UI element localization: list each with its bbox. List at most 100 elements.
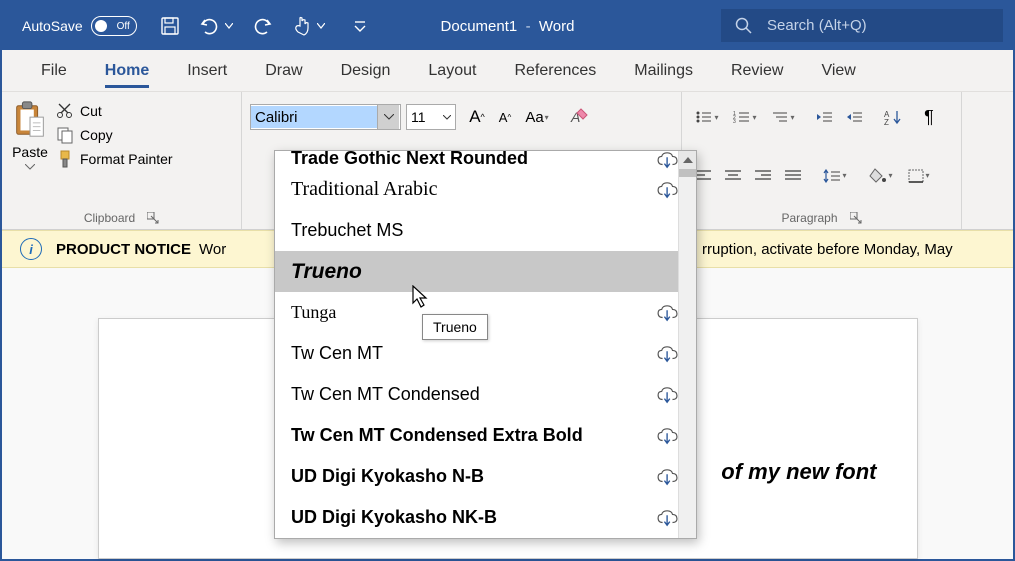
align-right-button[interactable]: [750, 163, 776, 189]
increase-indent-button[interactable]: [842, 104, 868, 130]
grow-font-button[interactable]: A^: [464, 104, 490, 130]
undo-dropdown[interactable]: [225, 15, 233, 37]
font-option[interactable]: Tw Cen MT Condensed: [275, 374, 696, 415]
app-name: Word: [539, 18, 575, 35]
cloud-download-icon: [656, 304, 680, 322]
multilevel-list-button[interactable]: ▾: [766, 104, 800, 130]
paragraph-launcher[interactable]: [850, 212, 862, 224]
scroll-up-button[interactable]: [679, 151, 696, 169]
tab-insert[interactable]: Insert: [168, 50, 246, 91]
decrease-indent-button[interactable]: [812, 104, 838, 130]
shading-button[interactable]: ▾: [864, 163, 898, 189]
doc-name: Document1: [441, 18, 518, 35]
font-size-combo[interactable]: 11: [406, 104, 456, 130]
font-option[interactable]: UD Digi Kyokasho N-B: [275, 456, 696, 497]
bullets-button[interactable]: ▾: [690, 104, 724, 130]
align-center-button[interactable]: [720, 163, 746, 189]
font-option-name: Trueno: [291, 260, 362, 284]
cloud-download-icon: [656, 468, 680, 486]
shading-icon: [869, 168, 887, 184]
tab-file[interactable]: File: [22, 50, 86, 91]
shrink-font-button[interactable]: A^: [492, 104, 518, 130]
cloud-download-icon: [656, 151, 680, 169]
tab-review[interactable]: Review: [712, 50, 802, 91]
format-painter-button[interactable]: Format Painter: [56, 150, 173, 168]
scissors-icon: [56, 102, 74, 120]
copy-button[interactable]: Copy: [56, 126, 173, 144]
redo-button[interactable]: [251, 15, 273, 37]
decrease-indent-icon: [816, 110, 834, 124]
line-spacing-button[interactable]: ▾: [818, 163, 852, 189]
cloud-download-icon: [656, 509, 680, 527]
font-option[interactable]: Trebuchet MS: [275, 210, 696, 251]
cut-label: Cut: [80, 103, 102, 119]
qat-customize-button[interactable]: [349, 15, 371, 37]
search-box[interactable]: [721, 9, 1003, 42]
font-tooltip: Trueno: [422, 314, 488, 340]
clipboard-group-label: Clipboard: [84, 211, 135, 225]
scroll-thumb[interactable]: [679, 169, 696, 177]
tab-layout[interactable]: Layout: [409, 50, 495, 91]
quick-access-toolbar: [159, 15, 371, 37]
autosave-label: AutoSave: [22, 18, 83, 34]
tab-design[interactable]: Design: [322, 50, 410, 91]
font-size-dropdown-button[interactable]: [439, 105, 455, 129]
brush-icon: [56, 150, 74, 168]
tab-mailings[interactable]: Mailings: [615, 50, 712, 91]
paste-icon: [12, 100, 48, 140]
font-option-name: UD Digi Kyokasho NK-B: [291, 507, 497, 528]
font-option[interactable]: Trueno: [275, 251, 696, 292]
multilevel-icon: [771, 110, 789, 124]
font-name-dropdown-button[interactable]: [377, 105, 399, 129]
justify-button[interactable]: [780, 163, 806, 189]
chevron-down-icon: [25, 164, 35, 170]
sort-button[interactable]: AZ: [880, 104, 906, 130]
align-right-icon: [755, 170, 771, 182]
touch-mode-button[interactable]: [291, 15, 313, 37]
format-painter-label: Format Painter: [80, 151, 173, 167]
tab-home[interactable]: Home: [86, 50, 168, 91]
font-list[interactable]: Trade Gothic Next RoundedTraditional Ara…: [275, 151, 696, 538]
search-input[interactable]: [767, 17, 967, 34]
document-title: Document1 - Word: [441, 18, 575, 35]
ribbon-tab-strip: File Home Insert Draw Design Layout Refe…: [2, 50, 1013, 92]
tab-view[interactable]: View: [802, 50, 874, 91]
numbering-button[interactable]: 123▾: [728, 104, 762, 130]
touch-dropdown[interactable]: [317, 15, 325, 37]
font-name-input[interactable]: [251, 106, 377, 128]
save-button[interactable]: [159, 15, 181, 37]
search-icon: [735, 17, 753, 35]
font-option-name: Tw Cen MT Condensed Extra Bold: [291, 425, 583, 446]
cut-button[interactable]: Cut: [56, 102, 173, 120]
copy-label: Copy: [80, 127, 113, 143]
tab-draw[interactable]: Draw: [246, 50, 321, 91]
borders-button[interactable]: ▾: [902, 163, 936, 189]
paste-button[interactable]: Paste: [10, 98, 50, 172]
font-option[interactable]: Tw Cen MT Condensed Extra Bold: [275, 415, 696, 456]
info-icon: i: [20, 238, 42, 260]
notice-title: PRODUCT NOTICE: [56, 241, 191, 258]
undo-button[interactable]: [199, 15, 221, 37]
notice-text-right: rruption, activate before Monday, May: [702, 241, 953, 258]
copy-icon: [56, 126, 74, 144]
autosave-toggle[interactable]: Off: [91, 16, 137, 36]
font-option-name: Trade Gothic Next Rounded: [291, 151, 528, 169]
font-option[interactable]: Trade Gothic Next Rounded: [275, 151, 696, 169]
titlebar: AutoSave Off Document1 - Word: [2, 2, 1013, 50]
font-option-name: UD Digi Kyokasho N-B: [291, 466, 484, 487]
paragraph-group-label: Paragraph: [781, 211, 837, 225]
font-option[interactable]: Traditional Arabic: [275, 169, 696, 210]
tab-references[interactable]: References: [495, 50, 615, 91]
font-option[interactable]: UD Digi Kyokasho NK-B: [275, 497, 696, 538]
font-name-combo[interactable]: [250, 104, 401, 130]
font-dropdown-scrollbar[interactable]: [678, 151, 696, 538]
show-marks-button[interactable]: ¶: [916, 104, 942, 130]
sort-icon: AZ: [884, 109, 902, 125]
font-option-name: Trebuchet MS: [291, 220, 403, 241]
notice-text-left: Wor: [199, 241, 226, 258]
toggle-knob: [95, 20, 107, 32]
clear-formatting-button[interactable]: A: [566, 104, 592, 130]
svg-text:Z: Z: [884, 118, 889, 125]
change-case-button[interactable]: Aa▾: [520, 104, 554, 130]
clipboard-launcher[interactable]: [147, 212, 159, 224]
